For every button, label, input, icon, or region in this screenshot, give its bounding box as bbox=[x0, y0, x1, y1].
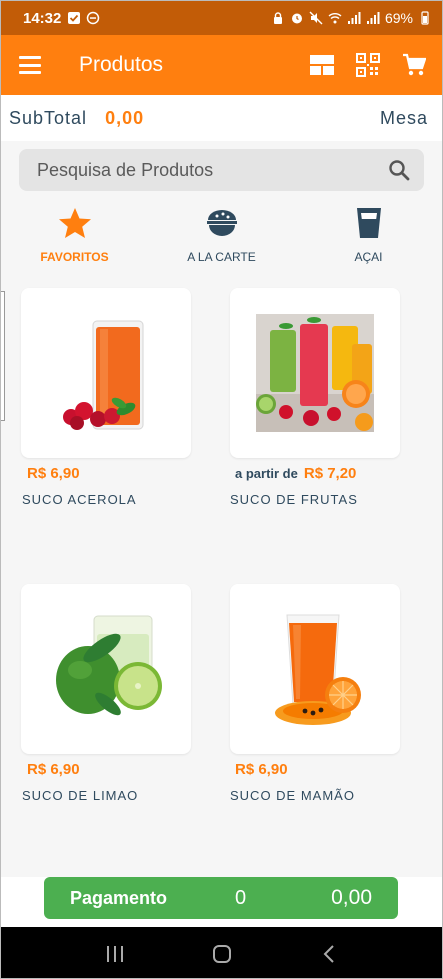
home-icon[interactable] bbox=[202, 939, 242, 969]
signal-icon bbox=[347, 12, 361, 24]
app-bar: Produtos bbox=[1, 35, 442, 95]
wifi-icon bbox=[328, 13, 342, 24]
category-label: FAVORITOS bbox=[40, 250, 109, 264]
page-title: Produtos bbox=[79, 53, 164, 76]
subtotal-label: SubTotal bbox=[9, 107, 88, 128]
system-nav-bar bbox=[1, 927, 442, 978]
product-price: R$ 6,90 bbox=[27, 465, 80, 482]
acerola-juice-image bbox=[63, 320, 144, 430]
menu-icon[interactable] bbox=[19, 53, 51, 77]
product-price: R$ 6,90 bbox=[27, 761, 80, 778]
status-time: 14:32 bbox=[23, 9, 62, 27]
search-placeholder: Pesquisa de Produtos bbox=[37, 159, 214, 180]
product-name: SUCO DE LIMAO bbox=[22, 788, 139, 803]
product-card-suco-de-frutas[interactable] bbox=[230, 288, 400, 458]
payment-count: 0 bbox=[235, 886, 247, 909]
tab-acai[interactable]: AÇAI bbox=[295, 206, 442, 276]
search-input[interactable]: Pesquisa de Produtos bbox=[19, 149, 424, 191]
product-card-suco-de-mamao[interactable] bbox=[230, 584, 400, 754]
search-icon[interactable] bbox=[388, 159, 410, 181]
category-tabs: FAVORITOS A LA CARTE AÇAI bbox=[1, 206, 442, 276]
payment-button[interactable]: Pagamento 0 0,00 bbox=[44, 877, 398, 919]
subtotal-row: SubTotal 0,00 Mesa bbox=[1, 95, 442, 141]
minus-circle-icon bbox=[87, 11, 100, 25]
star-icon bbox=[58, 206, 92, 240]
tab-favoritos[interactable]: FAVORITOS bbox=[1, 206, 148, 276]
back-icon[interactable] bbox=[309, 939, 349, 969]
cart-icon[interactable] bbox=[400, 51, 428, 79]
cup-icon bbox=[352, 206, 386, 240]
recent-apps-icon[interactable] bbox=[95, 939, 135, 969]
lime-juice-image bbox=[56, 615, 162, 716]
product-price: a partir de R$ 7,20 bbox=[235, 465, 357, 482]
scroll-handle[interactable] bbox=[1, 291, 5, 421]
product-card-suco-de-limao[interactable] bbox=[21, 584, 191, 754]
check-notification-icon bbox=[68, 12, 81, 24]
product-price: R$ 6,90 bbox=[235, 761, 288, 778]
signal-icon-2 bbox=[366, 12, 380, 24]
lock-icon bbox=[273, 12, 282, 24]
battery-icon bbox=[421, 11, 429, 25]
battery-percent: 69% bbox=[384, 10, 413, 26]
category-label: A LA CARTE bbox=[187, 250, 256, 264]
tab-a-la-carte[interactable]: A LA CARTE bbox=[148, 206, 295, 276]
subtotal-value: 0,00 bbox=[105, 107, 145, 128]
app-screen: 14:32 69% Produtos SubTotal 0,00 Mesa Pe… bbox=[0, 0, 443, 979]
papaya-juice-image bbox=[275, 614, 361, 725]
mute-icon bbox=[309, 11, 323, 25]
payment-label: Pagamento bbox=[70, 887, 168, 908]
category-label: AÇAI bbox=[354, 250, 383, 264]
alarm-icon bbox=[291, 13, 302, 24]
mesa-button[interactable]: Mesa bbox=[380, 108, 428, 129]
product-card-suco-acerola[interactable] bbox=[21, 288, 191, 458]
food-bowl-icon bbox=[205, 206, 239, 240]
product-name: SUCO DE FRUTAS bbox=[230, 492, 358, 507]
product-name: SUCO ACEROLA bbox=[22, 492, 137, 507]
payment-total: 0,00 bbox=[331, 886, 372, 909]
status-bar: 14:32 69% bbox=[1, 1, 442, 35]
layout-icon[interactable] bbox=[308, 51, 336, 79]
qr-code-icon[interactable] bbox=[354, 51, 382, 79]
fruit-juices-image bbox=[256, 314, 374, 432]
product-name: SUCO DE MAMÃO bbox=[230, 788, 355, 803]
